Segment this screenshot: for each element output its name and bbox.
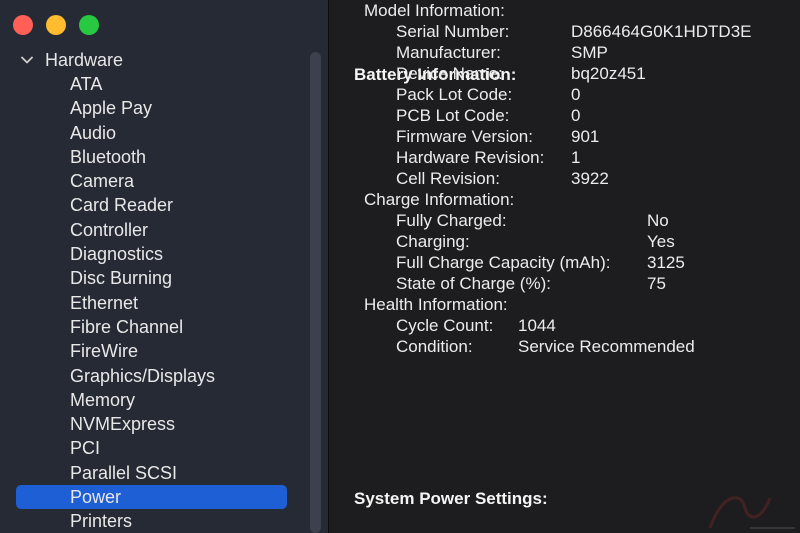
- detail-value: 3922: [571, 169, 609, 188]
- detail-value: 3125: [647, 253, 685, 272]
- charge-information-header: Charge Information:: [364, 190, 515, 209]
- detail-value: 75: [647, 274, 666, 293]
- sidebar-item-power[interactable]: Power: [0, 485, 300, 510]
- sidebar-item-diagnostics[interactable]: Diagnostics: [0, 242, 300, 266]
- detail-value: 1044: [518, 316, 556, 335]
- tree-group-hardware[interactable]: Hardware: [0, 48, 300, 72]
- detail-value: D866464G0K1HDTD3E: [571, 22, 752, 41]
- sidebar-item-label: Camera: [70, 171, 135, 192]
- sidebar-item-label: Audio: [70, 122, 117, 143]
- detail-label: Device Name:: [396, 64, 503, 83]
- close-window-button[interactable]: [13, 15, 33, 35]
- detail-label: Full Charge Capacity (mAh):: [396, 253, 611, 272]
- detail-value: No: [647, 211, 669, 230]
- watermark-logo: [708, 496, 795, 529]
- window-controls: [13, 15, 99, 35]
- sidebar-item-nvmexpress[interactable]: NVMExpress: [0, 412, 300, 436]
- health-information-header: Health Information:: [364, 295, 508, 314]
- detail-value: 0: [571, 85, 581, 104]
- detail-value: Service Recommended: [518, 337, 695, 356]
- sidebar-item-label: Controller: [70, 219, 149, 240]
- system-power-settings-title: System Power Settings:: [354, 489, 548, 508]
- detail-value: bq20z451: [571, 64, 646, 83]
- detail-label: Condition:: [396, 337, 473, 356]
- sidebar-item-fibre-channel[interactable]: Fibre Channel: [0, 315, 300, 339]
- tree-group-label: Hardware: [45, 49, 124, 70]
- sidebar-item-label: FireWire: [70, 341, 138, 362]
- sidebar-item-camera[interactable]: Camera: [0, 169, 300, 193]
- detail-value: 1: [571, 148, 581, 167]
- chevron-down-icon[interactable]: [21, 54, 33, 66]
- tree-items: ATA Apple Pay Audio Bluetooth Camera Card Rea…: [0, 72, 300, 533]
- sidebar-scrollbar[interactable]: [310, 52, 321, 533]
- sidebar-item-printers[interactable]: Printers: [0, 509, 300, 533]
- detail-label: Pack Lot Code:: [396, 85, 513, 104]
- minimize-window-button[interactable]: [46, 15, 66, 35]
- model-information-header: Model Information:: [364, 1, 505, 20]
- sidebar-item-label: PCI: [70, 438, 101, 459]
- hardware-tree: Hardware ATA Apple Pay Audio Bluetooth Camer…: [0, 48, 300, 533]
- detail-label: Firmware Version:: [396, 127, 533, 146]
- sidebar-item-label: Ethernet: [70, 292, 139, 313]
- detail-value: 901: [571, 127, 600, 146]
- sidebar-item-apple-pay[interactable]: Apple Pay: [0, 96, 300, 120]
- detail-label: PCB Lot Code:: [396, 106, 510, 125]
- detail-label: Hardware Revision:: [396, 148, 545, 167]
- sidebar-item-label: Diagnostics: [70, 244, 164, 265]
- sidebar-item-label: Parallel SCSI: [70, 462, 178, 483]
- sidebar-item-label: Apple Pay: [70, 98, 153, 119]
- sidebar-item-ethernet[interactable]: Ethernet: [0, 291, 300, 315]
- detail-label: Manufacturer:: [396, 43, 501, 62]
- sidebar-item-controller[interactable]: Controller: [0, 218, 300, 242]
- detail-label: State of Charge (%):: [396, 274, 551, 293]
- detail-label: Cycle Count:: [396, 316, 494, 335]
- sidebar-item-label: Fibre Channel: [70, 316, 184, 337]
- sidebar-item-audio[interactable]: Audio: [0, 121, 300, 145]
- sidebar-item-parallel-scsi[interactable]: Parallel SCSI: [0, 461, 300, 485]
- sidebar-item-label: NVMExpress: [70, 414, 176, 435]
- detail-label: Serial Number:: [396, 22, 510, 41]
- detail-pane: Battery Information: Model Information: S…: [329, 0, 800, 533]
- detail-value: Yes: [647, 232, 675, 251]
- sidebar-item-label: Power: [70, 487, 122, 508]
- detail-label: Cell Revision:: [396, 169, 500, 188]
- detail-label: Fully Charged:: [396, 211, 507, 230]
- sidebar-item-memory[interactable]: Memory: [0, 388, 300, 412]
- sidebar-item-card-reader[interactable]: Card Reader: [0, 193, 300, 217]
- sidebar-item-disc-burning[interactable]: Disc Burning: [0, 266, 300, 290]
- sidebar-item-bluetooth[interactable]: Bluetooth: [0, 145, 300, 169]
- sidebar-item-label: Printers: [70, 511, 133, 532]
- sidebar-item-label: Graphics/Displays: [70, 365, 216, 386]
- sidebar: Hardware ATA Apple Pay Audio Bluetooth Camer…: [0, 0, 329, 533]
- detail-label: Charging:: [396, 232, 470, 251]
- sidebar-item-pci[interactable]: PCI: [0, 436, 300, 460]
- sidebar-item-graphics-displays[interactable]: Graphics/Displays: [0, 364, 300, 388]
- sidebar-item-ata[interactable]: ATA: [0, 72, 300, 96]
- sidebar-item-label: Bluetooth: [70, 146, 147, 167]
- sidebar-item-label: Disc Burning: [70, 268, 173, 289]
- sidebar-item-label: ATA: [70, 74, 103, 94]
- sidebar-item-label: Memory: [70, 389, 136, 410]
- sidebar-item-label: Card Reader: [70, 195, 174, 216]
- sidebar-item-firewire[interactable]: FireWire: [0, 339, 300, 363]
- detail-value: SMP: [571, 43, 608, 62]
- detail-value: 0: [571, 106, 581, 125]
- zoom-window-button[interactable]: [79, 15, 99, 35]
